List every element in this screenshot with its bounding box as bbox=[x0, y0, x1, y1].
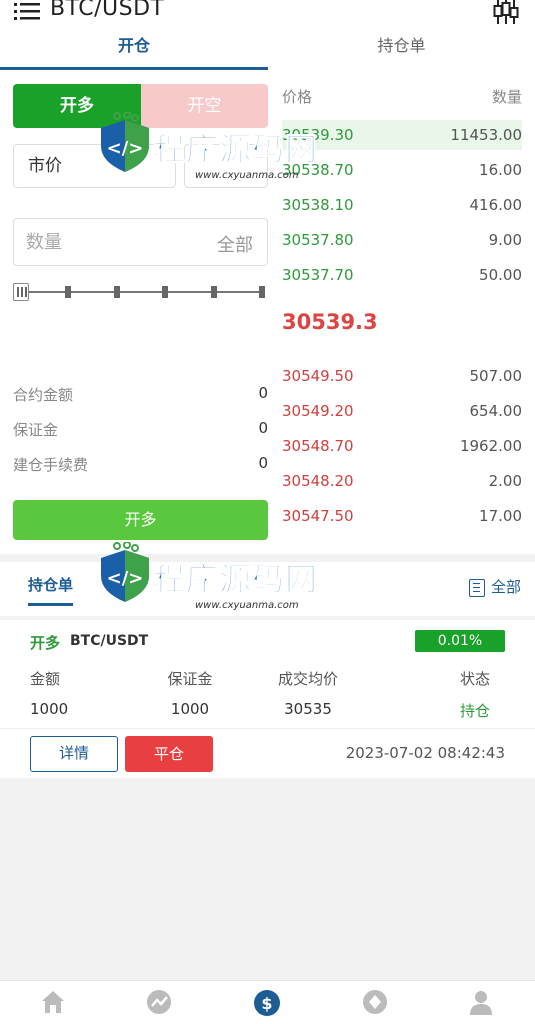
slider-track bbox=[19, 291, 265, 293]
contract-amount-row: 合约金额 0 bbox=[13, 384, 268, 404]
tab-open-position[interactable]: 开仓 bbox=[0, 26, 268, 70]
price-field[interactable] bbox=[184, 144, 268, 188]
list-icon bbox=[468, 578, 485, 597]
user-icon[interactable] bbox=[466, 987, 496, 1017]
book-qty: 16.00 bbox=[479, 161, 522, 179]
menu-icon[interactable] bbox=[14, 2, 40, 20]
col-header: 金额 bbox=[30, 670, 61, 688]
book-qty: 2.00 bbox=[488, 472, 522, 490]
last-price: 30539.3 bbox=[282, 310, 378, 334]
order-type-select[interactable]: 市价 bbox=[13, 144, 176, 188]
position-status: 持仓 bbox=[459, 702, 490, 720]
order-book-sell-row[interactable]: 30548.20 2.00 bbox=[282, 466, 522, 496]
book-qty: 654.00 bbox=[469, 402, 523, 420]
book-qty: 9.00 bbox=[488, 231, 522, 249]
book-qty: 416.00 bbox=[469, 196, 523, 214]
info-value: 0 bbox=[258, 454, 268, 472]
order-book-header: 价格 数量 bbox=[282, 86, 522, 106]
position-pair: BTC/USDT bbox=[70, 633, 149, 649]
book-price: 30547.50 bbox=[282, 507, 354, 525]
positions-header: 持仓单 全部 bbox=[0, 562, 535, 616]
book-qty: 11453.00 bbox=[450, 126, 522, 144]
position-avg-price: 30535 bbox=[284, 700, 332, 718]
quantity-slider[interactable] bbox=[13, 282, 268, 302]
home-icon[interactable] bbox=[38, 987, 68, 1017]
pnl-badge: 0.01% bbox=[415, 630, 505, 652]
book-price: 30538.10 bbox=[282, 196, 354, 214]
col-header: 成交均价 bbox=[277, 670, 338, 688]
slider-mark[interactable] bbox=[259, 286, 265, 298]
open-short-button[interactable]: 开空 bbox=[141, 84, 268, 128]
book-qty: 17.00 bbox=[479, 507, 522, 525]
col-header: 状态 bbox=[459, 670, 490, 688]
detail-button[interactable]: 详情 bbox=[30, 736, 118, 772]
slider-mark[interactable] bbox=[65, 286, 71, 298]
info-label: 建仓手续费 bbox=[13, 456, 89, 474]
col-header: 保证金 bbox=[167, 670, 213, 688]
book-price: 30549.50 bbox=[282, 367, 354, 385]
quantity-field: 全部 bbox=[13, 218, 268, 266]
slider-mark[interactable] bbox=[211, 286, 217, 298]
tab-position-list[interactable]: 持仓单 bbox=[28, 574, 74, 606]
svg-text:$: $ bbox=[261, 994, 272, 1013]
candlestick-icon[interactable] bbox=[493, 0, 519, 24]
open-long-button[interactable]: 开多 bbox=[13, 84, 141, 128]
book-price: 30539.30 bbox=[282, 126, 354, 144]
quantity-input[interactable] bbox=[26, 229, 186, 255]
order-book-buy-row[interactable]: 30537.70 50.00 bbox=[282, 260, 522, 290]
slider-mark[interactable] bbox=[114, 286, 120, 298]
position-time: 2023-07-02 08:42:43 bbox=[345, 744, 505, 762]
close-position-button[interactable]: 平仓 bbox=[125, 736, 213, 772]
order-book-sell-row[interactable]: 30549.20 654.00 bbox=[282, 396, 522, 426]
order-book-sell-row[interactable]: 30548.70 1962.00 bbox=[282, 431, 522, 461]
position-card: 开多 BTC/USDT 0.01% 金额 保证金 成交均价 状态 1000 10… bbox=[0, 620, 535, 778]
book-price: 30549.20 bbox=[282, 402, 354, 420]
info-label: 保证金 bbox=[13, 421, 59, 439]
submit-long-button[interactable]: 开多 bbox=[13, 500, 268, 540]
book-qty: 50.00 bbox=[479, 266, 522, 284]
order-book-sell-row[interactable]: 30549.50 507.00 bbox=[282, 361, 522, 391]
top-bar: BTC/USDT bbox=[0, 0, 535, 26]
position-amount: 1000 bbox=[30, 700, 69, 718]
book-price: 30548.70 bbox=[282, 437, 354, 455]
order-book-sell-row[interactable]: 30547.50 17.00 bbox=[282, 501, 522, 531]
margin-row: 保证金 0 bbox=[13, 419, 268, 439]
order-book-buy-row[interactable]: 30538.10 416.00 bbox=[282, 190, 522, 220]
info-value: 0 bbox=[258, 419, 268, 437]
price-header: 价格 bbox=[282, 88, 313, 106]
trade-area: 开多 开空 市价 全部 合约金额 0 保证金 0 建仓手续费 0 开多 价格 数… bbox=[0, 70, 535, 554]
book-qty: 507.00 bbox=[469, 367, 523, 385]
qty-header: 数量 bbox=[491, 88, 522, 106]
fee-row: 建仓手续费 0 bbox=[13, 454, 268, 474]
book-price: 30548.20 bbox=[282, 472, 354, 490]
slider-handle[interactable] bbox=[13, 283, 29, 301]
pair-title: BTC/USDT bbox=[50, 0, 165, 21]
bottom-nav: $ bbox=[0, 980, 535, 1024]
book-price: 30538.70 bbox=[282, 161, 354, 179]
position-side: 开多 bbox=[30, 634, 61, 652]
finance-icon[interactable] bbox=[360, 987, 390, 1017]
market-icon[interactable] bbox=[144, 987, 174, 1017]
order-book-buy-row[interactable]: 30539.30 11453.00 bbox=[282, 120, 522, 150]
view-all-button[interactable]: 全部 bbox=[468, 576, 521, 597]
info-label: 合约金额 bbox=[13, 386, 74, 404]
view-all-label: 全部 bbox=[490, 578, 521, 596]
trade-icon[interactable]: $ bbox=[252, 987, 282, 1017]
quantity-all-button[interactable]: 全部 bbox=[217, 231, 253, 257]
info-value: 0 bbox=[258, 384, 268, 402]
position-margin: 1000 bbox=[170, 700, 210, 718]
main-tabs: 开仓 持仓单 bbox=[0, 26, 535, 70]
slider-mark[interactable] bbox=[162, 286, 168, 298]
order-book-buy-row[interactable]: 30538.70 16.00 bbox=[282, 155, 522, 185]
order-book-buy-row[interactable]: 30537.80 9.00 bbox=[282, 225, 522, 255]
tab-positions[interactable]: 持仓单 bbox=[268, 26, 535, 70]
book-price: 30537.70 bbox=[282, 266, 354, 284]
book-qty: 1962.00 bbox=[459, 437, 522, 455]
book-price: 30537.80 bbox=[282, 231, 354, 249]
divider bbox=[0, 728, 535, 729]
